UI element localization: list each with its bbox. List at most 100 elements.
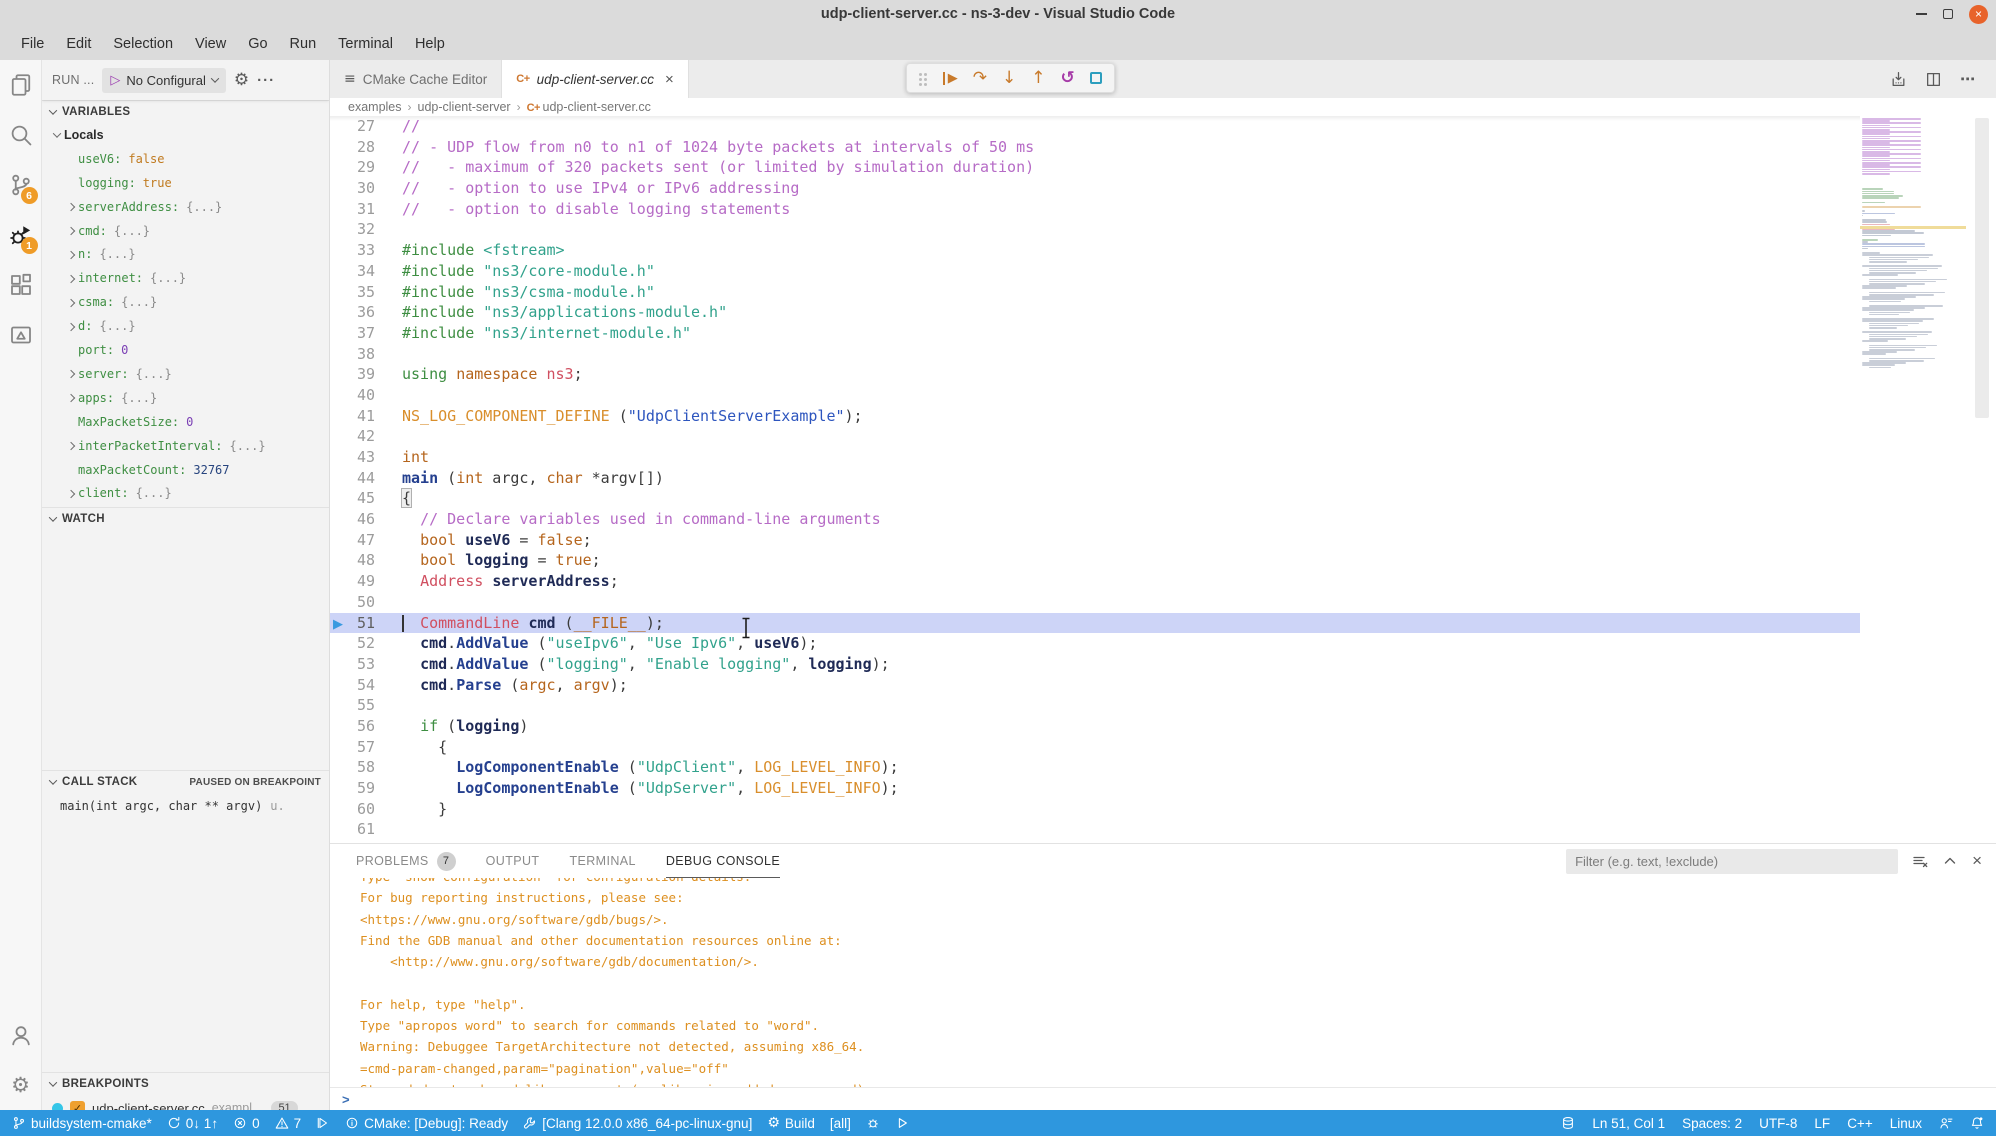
variable-row[interactable]: apps:{...} <box>42 386 329 410</box>
call-stack-frame[interactable]: main(int argc, char ** argv)u. <box>42 794 329 818</box>
code-line[interactable]: 60 } <box>330 799 1860 820</box>
code-line[interactable]: 57 { <box>330 737 1860 758</box>
code-line[interactable]: 46 // Declare variables used in command-… <box>330 509 1860 530</box>
clear-console-icon[interactable] <box>1912 853 1928 869</box>
code-line[interactable]: 31// - option to disable logging stateme… <box>330 199 1860 220</box>
statusbar-item-ln-51-col-1[interactable]: Ln 51, Col 1 <box>1592 1116 1665 1131</box>
variable-row[interactable]: maxPacketCount:32767 <box>42 458 329 482</box>
breadcrumb-item[interactable]: C+ udp-client-server.cc <box>527 100 651 114</box>
panel-tab-terminal[interactable]: TERMINAL <box>569 844 635 878</box>
code-line[interactable]: 43int <box>330 447 1860 468</box>
section-header-breakpoints[interactable]: BREAKPOINTS <box>42 1072 329 1095</box>
code-line[interactable]: 47 bool useV6 = false; <box>330 530 1860 551</box>
breakpoint-checkbox[interactable]: ✓ <box>70 1101 85 1111</box>
code-line[interactable]: 37#include "ns3/internet-module.h" <box>330 323 1860 344</box>
code-line[interactable]: 36#include "ns3/applications-module.h" <box>330 302 1860 323</box>
code-line[interactable]: 49 Address serverAddress; <box>330 571 1860 592</box>
menu-terminal[interactable]: Terminal <box>327 32 404 56</box>
statusbar-item-spaces-2[interactable]: Spaces: 2 <box>1682 1116 1742 1131</box>
section-header-watch[interactable]: WATCH <box>42 507 329 530</box>
statusbar-item-buildsystem-cmake-[interactable]: buildsystem-cmake* <box>12 1116 152 1131</box>
section-header-call-stack[interactable]: CALL STACKPAUSED ON BREAKPOINT <box>42 770 329 793</box>
variable-row[interactable]: serverAddress:{...} <box>42 195 329 219</box>
statusbar-item-0-1-[interactable]: 0↓ 1↑ <box>167 1116 218 1131</box>
code-line[interactable]: 58 LogComponentEnable ("UdpClient", LOG_… <box>330 757 1860 778</box>
code-editor[interactable]: 27//28// - UDP flow from n0 to n1 of 102… <box>330 116 1860 843</box>
code-line[interactable]: 33#include <fstream> <box>330 240 1860 261</box>
activity-search[interactable] <box>0 110 42 160</box>
minimap[interactable] <box>1860 118 1966 448</box>
breadcrumb-item[interactable]: examples <box>348 100 402 114</box>
variable-row[interactable]: n:{...} <box>42 243 329 267</box>
code-line[interactable]: 39using namespace ns3; <box>330 364 1860 385</box>
step-out-icon[interactable]: ↑ <box>1031 70 1045 87</box>
code-line[interactable]: 35#include "ns3/csma-module.h" <box>330 282 1860 303</box>
variable-row[interactable]: cmd:{...} <box>42 219 329 243</box>
split-editor-icon[interactable] <box>1925 71 1942 88</box>
maximize-panel-icon[interactable] <box>1942 853 1958 869</box>
editor-tab-cmake-cache-editor[interactable]: ≡CMake Cache Editor <box>330 60 502 98</box>
breakpoint-row[interactable]: ✓udp-client-server.ccexampl...51 <box>42 1096 329 1110</box>
code-line[interactable]: 30// - option to use IPv4 or IPv6 addres… <box>330 178 1860 199</box>
more-actions-icon[interactable]: ··· <box>257 72 275 89</box>
code-line[interactable]: 55 <box>330 695 1860 716</box>
menu-selection[interactable]: Selection <box>102 32 184 56</box>
variable-row[interactable]: internet:{...} <box>42 266 329 290</box>
code-line[interactable]: 56 if (logging) <box>330 716 1860 737</box>
variable-row[interactable]: useV6:false <box>42 147 329 171</box>
menu-file[interactable]: File <box>10 32 55 56</box>
code-line[interactable]: 38 <box>330 344 1860 365</box>
minimize-icon[interactable] <box>1916 13 1927 15</box>
editor-tab-udp-client-server-cc[interactable]: C+udp-client-server.cc× <box>502 60 688 98</box>
maximize-icon[interactable] <box>1943 9 1953 19</box>
code-line[interactable]: 40 <box>330 385 1860 406</box>
close-tab-icon[interactable]: × <box>665 71 674 88</box>
menu-run[interactable]: Run <box>279 32 328 56</box>
start-debug-icon[interactable]: ▷ <box>110 73 120 88</box>
variable-row[interactable]: MaxPacketSize:0 <box>42 410 329 434</box>
code-line[interactable]: 48 bool logging = true; <box>330 550 1860 571</box>
code-line[interactable]: 61 <box>330 819 1860 840</box>
code-line[interactable]: 41NS_LOG_COMPONENT_DEFINE ("UdpClientSer… <box>330 406 1860 427</box>
statusbar-item-lf[interactable]: LF <box>1814 1116 1830 1131</box>
launch-config-dropdown[interactable]: ▷ No Configural <box>102 68 226 93</box>
statusbar-item[interactable] <box>316 1116 330 1130</box>
section-header-variables[interactable]: VARIABLES <box>42 100 329 123</box>
menu-help[interactable]: Help <box>404 32 456 56</box>
variable-row[interactable]: Locals <box>42 123 329 147</box>
variable-row[interactable]: csma:{...} <box>42 290 329 314</box>
menu-edit[interactable]: Edit <box>55 32 102 56</box>
statusbar-item-7[interactable]: 7 <box>275 1116 302 1131</box>
statusbar-item[interactable] <box>1939 1116 1953 1130</box>
statusbar-item--all-[interactable]: [all] <box>830 1116 851 1131</box>
code-line[interactable]: 28// - UDP flow from n0 to n1 of 1024 by… <box>330 137 1860 158</box>
code-line[interactable]: 27// <box>330 116 1860 137</box>
editor-scrollbar[interactable] <box>1975 118 1989 418</box>
code-line[interactable]: 45{ <box>330 488 1860 509</box>
code-line[interactable]: 54 cmd.Parse (argc, argv); <box>330 675 1860 696</box>
variable-row[interactable]: port:0 <box>42 338 329 362</box>
statusbar-item-utf-8[interactable]: UTF-8 <box>1759 1116 1797 1131</box>
console-filter-input[interactable] <box>1566 849 1898 874</box>
statusbar-item-linux[interactable]: Linux <box>1890 1116 1922 1131</box>
statusbar-item-build[interactable]: ⚙Build <box>767 1115 815 1131</box>
code-line[interactable]: 53 cmd.AddValue ("logging", "Enable logg… <box>330 654 1860 675</box>
code-line[interactable]: 34#include "ns3/core-module.h" <box>330 261 1860 282</box>
download-box-icon[interactable] <box>1890 71 1907 88</box>
variable-row[interactable]: client:{...} <box>42 482 329 506</box>
statusbar-item-0[interactable]: 0 <box>233 1116 260 1131</box>
activity-run-and-debug[interactable]: 1 <box>0 210 42 260</box>
activity-cmake[interactable] <box>0 310 42 360</box>
statusbar-item[interactable] <box>1561 1116 1575 1130</box>
stop-icon[interactable] <box>1090 72 1102 84</box>
step-into-icon[interactable]: ↓ <box>1002 70 1016 87</box>
activity-settings[interactable]: ⚙ <box>0 1060 42 1110</box>
code-line[interactable]: 32 <box>330 219 1860 240</box>
close-icon[interactable]: × <box>1969 5 1988 24</box>
debug-console-input[interactable]: > <box>330 1087 1996 1110</box>
continue-icon[interactable]: ▶ <box>943 71 958 86</box>
activity-extensions[interactable] <box>0 260 42 310</box>
breadcrumb-item[interactable]: udp-client-server <box>418 100 511 114</box>
panel-tab-problems[interactable]: PROBLEMS7 <box>356 844 456 878</box>
activity-explorer[interactable] <box>0 60 42 110</box>
